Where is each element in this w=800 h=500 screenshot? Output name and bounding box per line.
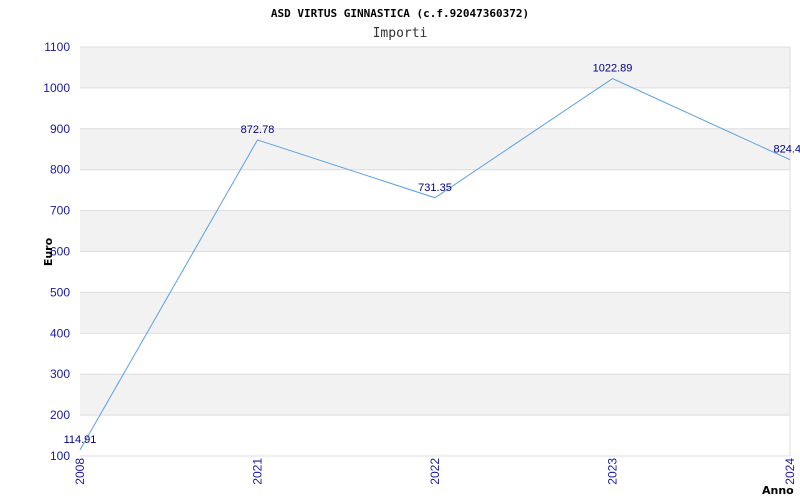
plot-band	[80, 47, 790, 88]
y-tick-label: 900	[50, 122, 70, 136]
plot-band	[80, 374, 790, 416]
plot-band	[80, 87, 790, 129]
plot-band	[80, 292, 790, 334]
y-tick-label: 1100	[44, 40, 70, 54]
y-tick-label: 100	[50, 449, 70, 463]
data-label: 114.91	[64, 434, 97, 446]
y-axis-label: Euro	[42, 237, 55, 266]
x-tick-label: 2022	[428, 458, 442, 485]
y-tick-label: 500	[50, 285, 70, 299]
chart-subtitle: Importi	[373, 26, 428, 41]
plot-band	[80, 210, 790, 252]
x-tick-label: 2023	[606, 458, 620, 485]
y-tick-label: 800	[50, 163, 70, 177]
line-chart: ASD VIRTUS GINNASTICA (c.f.92047360372) …	[42, 7, 800, 497]
y-tick-label: 200	[50, 408, 70, 422]
plot-band	[80, 251, 790, 293]
data-label: 1022.89	[593, 63, 633, 75]
y-tick-label: 1000	[43, 81, 70, 95]
data-label: 731.35	[418, 182, 452, 194]
x-tick-label: 2008	[73, 458, 87, 485]
y-tick-label: 400	[50, 326, 70, 340]
y-tick-label: 300	[50, 367, 70, 381]
x-tick-label: 2021	[251, 458, 265, 485]
data-label: 872.78	[241, 124, 275, 136]
y-tick-label: 700	[50, 204, 70, 218]
x-axis-label: Anno	[762, 484, 794, 497]
chart-title: ASD VIRTUS GINNASTICA (c.f.92047360372)	[271, 7, 529, 20]
plot-band	[80, 128, 790, 170]
x-tick-label: 2024	[783, 458, 797, 485]
x-axis-ticks: 2008 2021 2022 2023 2024	[73, 458, 797, 485]
plot-band	[80, 333, 790, 375]
plot-band	[80, 415, 790, 456]
data-label: 824.4	[773, 144, 800, 156]
